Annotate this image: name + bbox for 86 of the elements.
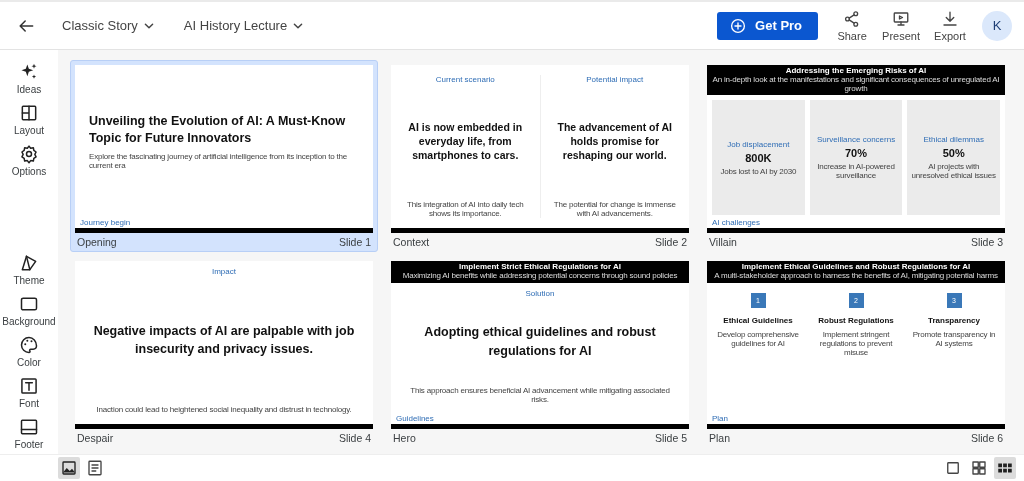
slide-name: Despair xyxy=(77,432,114,444)
palette-icon xyxy=(19,335,39,355)
slide-number: Slide 4 xyxy=(338,432,371,444)
stat-value: 50% xyxy=(942,147,965,159)
sidebar-item[interactable]: Theme xyxy=(0,251,58,288)
sidebar-item[interactable]: Footer xyxy=(0,415,58,452)
slide-subtitle: Maximizing AI benefits while addressing potential concerns through sound policies xyxy=(401,271,679,281)
sidebar-item[interactable]: Color xyxy=(0,333,58,370)
slide-footer-label: Journey begin xyxy=(79,218,132,228)
grid-view-button[interactable] xyxy=(994,457,1016,479)
sidebar-item[interactable]: Font xyxy=(0,374,58,411)
slide-number: Slide 3 xyxy=(970,236,1003,248)
step-note: Implement stringent regulations to prevent misuse xyxy=(818,329,894,358)
sidebar-item[interactable]: Options xyxy=(0,142,58,179)
slide-number: Slide 5 xyxy=(654,432,687,444)
slide-label: Solution xyxy=(525,288,555,298)
slide-note: This integration of AI into daily tech shows its importance. xyxy=(406,199,525,218)
shapes-icon xyxy=(19,253,39,273)
slide-statement: Negative impacts of AI are palpable with job insecurity and privacy issues. xyxy=(92,323,356,359)
square-icon xyxy=(944,459,962,477)
toolbar-button[interactable]: Share xyxy=(832,9,873,42)
layout-icon xyxy=(19,103,39,123)
dropdown-menu[interactable]: AI History Lecture xyxy=(177,14,310,37)
sidebar-item[interactable]: Background xyxy=(0,292,58,329)
slide-title: Implement Ethical Guidelines and Robust Regulations for AI xyxy=(741,263,972,271)
monitor-icon xyxy=(892,9,911,28)
slide-footer-label: AI challenges xyxy=(711,218,762,228)
font-icon xyxy=(19,376,39,396)
settings-icon xyxy=(19,144,39,164)
slide-title: Implement Strict Ethical Regulations for AI xyxy=(459,263,622,271)
slide-label: Potential impact xyxy=(586,75,644,84)
plus-circle-icon xyxy=(729,16,748,35)
slide-number: Slide 6 xyxy=(970,432,1003,444)
document-icon xyxy=(86,459,104,477)
slide-number: Slide 2 xyxy=(654,236,687,248)
sidebar-item[interactable]: Ideas xyxy=(0,60,58,97)
slide-name: Plan xyxy=(709,432,730,444)
slide-footer-label: Plan xyxy=(711,414,729,424)
slide-subtitle: Explore the fascinating journey of artificial intelligence from its inception to the current era xyxy=(89,151,348,171)
slide-label: Current scenario xyxy=(435,75,495,84)
slide-name: Opening xyxy=(77,236,117,248)
slide-thumbnail[interactable]: Unveiling the Evolution of AI: A Must-Know Topic for Future Innovators Explore the fascinating journey of artificial intelligence from its inception to the current era Journey begin Opening Slide 1 xyxy=(70,60,378,252)
stat-note: Jobs lost to AI by 2030 xyxy=(720,166,797,176)
slide-statement: Adopting ethical guidelines and robust regulations for AI xyxy=(423,324,657,360)
slide-number: Slide 1 xyxy=(338,236,371,248)
step-note: Promote transparency in AI systems xyxy=(911,329,997,348)
slide-note: This approach ensures beneficial AI advancement while mitigating associated risks. xyxy=(409,385,671,404)
stat-label: Surveillance concerns xyxy=(816,135,896,144)
stat-note: AI projects with unresolved ethical issues xyxy=(910,162,997,181)
slide-statement: AI is now embedded in everyday life, from smartphones to cars. xyxy=(407,121,524,163)
stat-value: 70% xyxy=(845,147,867,159)
slide-thumbnail[interactable]: Impact Negative impacts of AI are palpable with job insecurity and privacy issues. Inaction could lead to heightened social inequality and distrust in technology. Despair Slide 4 xyxy=(70,256,378,448)
stat-label: Job displacement xyxy=(727,139,790,149)
slide-subtitle: An in-depth look at the manifestations and significant consequences of unregulated AI growth xyxy=(711,75,1001,94)
grid-icon xyxy=(970,459,988,477)
slide-statement: The advancement of AI holds promise for reshaping our world. xyxy=(556,121,674,163)
slide-title: Addressing the Emerging Risks of AI xyxy=(784,67,928,75)
slide-name: Context xyxy=(393,236,430,248)
step-title: Transparency xyxy=(928,315,980,325)
slide-note: Inaction could lead to heightened social inequality and distrust in technology. xyxy=(96,404,352,414)
toolbar-button[interactable]: Present xyxy=(878,9,924,42)
step-title: Robust Regulations xyxy=(818,315,894,325)
step-note: Develop comprehensive guidelines for AI xyxy=(716,329,800,348)
image-icon xyxy=(60,459,78,477)
slide-name: Villain xyxy=(709,236,737,248)
stat-label: Ethical dilemmas xyxy=(923,135,984,144)
slides-view-button[interactable] xyxy=(58,457,80,479)
slide-footer-label: Guidelines xyxy=(395,414,435,424)
slide-label: Impact xyxy=(212,267,236,276)
caret-icon xyxy=(293,22,304,29)
get-pro-button[interactable]: Get Pro xyxy=(717,11,819,40)
stat-note: Increase in AI-powered surveillance xyxy=(816,162,896,181)
dropdown-menu[interactable]: Classic Story xyxy=(56,14,160,37)
stat-value: 800K xyxy=(745,151,772,164)
toolbar-button[interactable]: Export xyxy=(930,9,970,42)
slide-note: The potential for change is immense with AI advancements. xyxy=(552,199,677,218)
user-avatar[interactable]: K xyxy=(982,10,1012,41)
download-icon xyxy=(941,9,959,28)
footer-icon xyxy=(19,417,39,437)
caret-icon xyxy=(143,22,154,29)
sidebar-item[interactable]: Layout xyxy=(0,101,58,138)
slide-heading: Unveiling the Evolution of AI: A Must-Know Topic for Future Innovators xyxy=(89,112,347,148)
rectangle-icon xyxy=(19,294,39,314)
slide-subtitle: A multi-stakeholder approach to harness the benefits of AI, mitigating potential harms xyxy=(713,271,999,281)
step-title: Ethical Guidelines xyxy=(723,315,793,325)
slide-name: Hero xyxy=(393,432,416,444)
